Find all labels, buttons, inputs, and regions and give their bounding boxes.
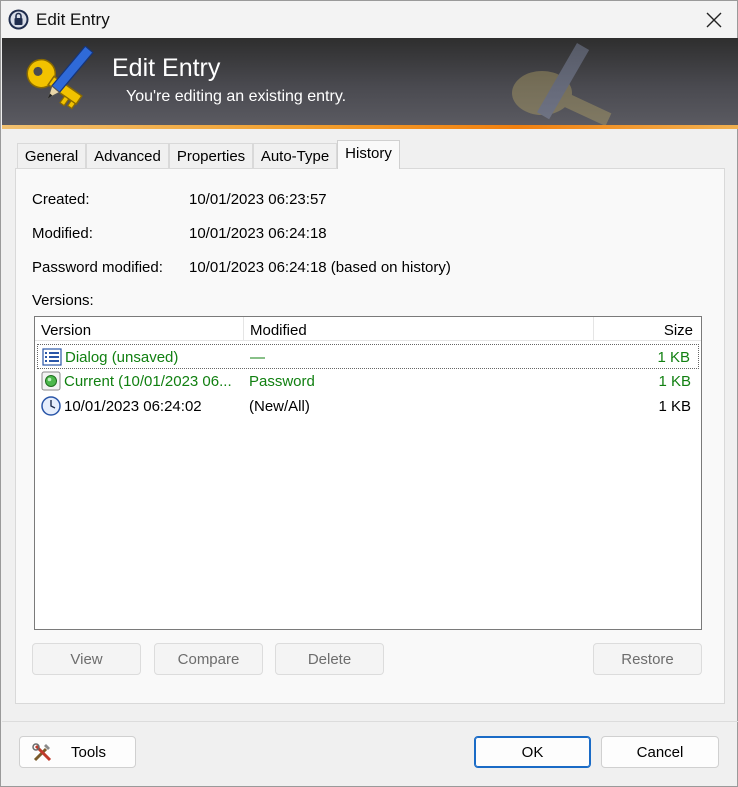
list-header: Version Modified Size [35,317,701,341]
window-title: Edit Entry [36,10,110,29]
row-version: 10/01/2023 06:24:02 [64,398,202,415]
password-modified-value: 10/01/2023 06:24:18 (based on history) [189,259,451,276]
close-button[interactable] [691,1,737,38]
column-version[interactable]: Version [35,317,244,341]
banner-accent-line [2,125,738,129]
tab-properties[interactable]: Properties [169,143,253,168]
tab-advanced[interactable]: Advanced [86,143,169,168]
row-version: Dialog (unsaved) [65,349,179,366]
tab-auto-type[interactable]: Auto-Type [253,143,337,168]
tools-label: Tools [70,744,107,761]
created-value: 10/01/2023 06:23:57 [189,191,327,208]
close-icon [706,12,722,27]
list-icon [42,348,62,366]
list-item[interactable]: Dialog (unsaved) — 1 KB [37,344,699,369]
history-panel: Created: 10/01/2023 06:23:57 Modified: 1… [15,168,725,704]
tools-icon [32,743,52,762]
list-item[interactable]: 10/01/2023 06:24:02 (New/All) 1 KB [37,394,699,419]
row-modified: — [250,349,265,366]
modified-label: Modified: [32,225,93,242]
header-banner: Edit Entry You're editing an existing en… [2,38,738,127]
compare-button[interactable]: Compare [154,643,263,675]
banner-title: Edit Entry [112,54,221,82]
list-item[interactable]: Current (10/01/2023 06... Password 1 KB [37,369,699,394]
title-bar[interactable]: Edit Entry [1,1,737,38]
versions-label: Versions: [32,292,94,309]
row-version: Current (10/01/2023 06... [64,373,232,390]
column-size[interactable]: Size [594,317,701,341]
key-pen-icon [26,46,94,110]
edit-entry-dialog: Edit Entry Edit Entry You're editing an … [0,0,738,787]
view-button[interactable]: View [32,643,141,675]
banner-subtitle: You're editing an existing entry. [126,88,347,105]
password-modified-label: Password modified: [32,259,163,276]
created-label: Created: [32,191,90,208]
row-size: 1 KB [658,398,691,415]
row-modified: (New/All) [249,398,310,415]
tab-history[interactable]: History [337,140,400,169]
column-modified[interactable]: Modified [244,317,594,341]
row-size: 1 KB [657,349,690,366]
tools-button[interactable]: Tools [19,736,136,768]
clock-icon [41,396,61,416]
banner-watermark-icon [512,43,612,127]
versions-list[interactable]: Version Modified Size Dialog (unsaved) —… [34,316,702,630]
restore-button[interactable]: Restore [593,643,702,675]
ok-button[interactable]: OK [474,736,591,768]
footer-separator [2,721,738,722]
delete-button[interactable]: Delete [275,643,384,675]
green-dot-icon [41,371,61,391]
keepass-lock-icon [8,9,29,30]
modified-value: 10/01/2023 06:24:18 [189,225,327,242]
row-modified: Password [249,373,315,390]
cancel-button[interactable]: Cancel [601,736,719,768]
row-size: 1 KB [658,373,691,390]
tab-general[interactable]: General [17,143,86,168]
